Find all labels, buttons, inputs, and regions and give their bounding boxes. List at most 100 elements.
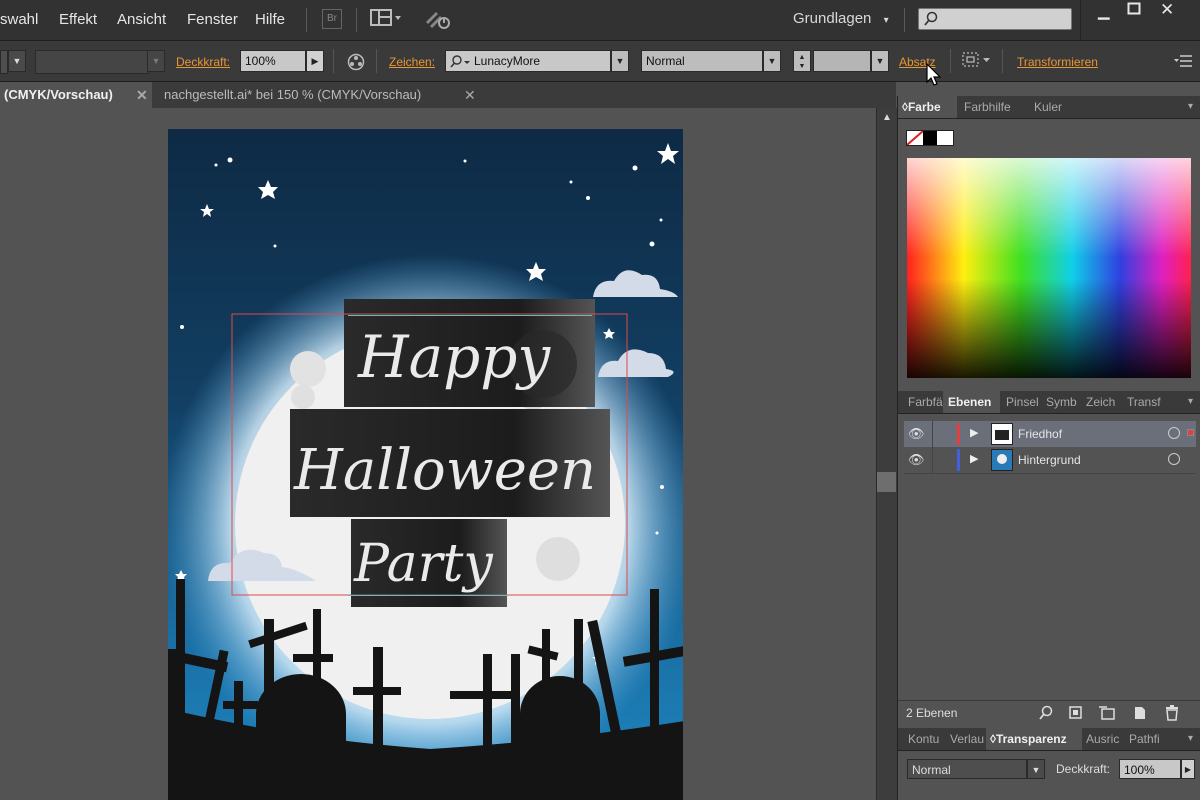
tab-kontur[interactable]: Kontu: [908, 728, 939, 750]
workspace-switcher[interactable]: Grundlagen ▾: [793, 10, 889, 27]
tab-pinsel[interactable]: Pinsel: [1006, 391, 1039, 413]
tab-farbhilfe[interactable]: Farbhilfe: [964, 96, 1011, 118]
scrollbar-thumb[interactable]: [877, 472, 896, 492]
color-spectrum[interactable]: [907, 158, 1191, 378]
artwork-text-happy: Happy: [357, 323, 551, 391]
close-icon[interactable]: ✕: [464, 82, 476, 108]
opacity-arrow[interactable]: ▶: [306, 50, 324, 72]
panel-menu-icon[interactable]: ▾: [1188, 96, 1193, 118]
font-family-value: LunacyMore: [474, 54, 541, 68]
tab-zeichenstile[interactable]: Zeich: [1086, 391, 1115, 413]
align-selection-icon[interactable]: [962, 51, 994, 72]
halloween-artwork: Happy Halloween Party: [168, 143, 683, 800]
tab-farbe[interactable]: ◊Farbe: [898, 96, 957, 118]
menu-ansicht[interactable]: Ansicht: [117, 11, 166, 28]
gpu-performance-icon[interactable]: [424, 8, 452, 30]
opacity-link[interactable]: Deckkraft:: [176, 55, 230, 69]
tab-verlauf[interactable]: Verlau: [950, 728, 984, 750]
layer-color-indicator: [957, 423, 960, 445]
menu-hilfe[interactable]: Hilfe: [255, 11, 285, 28]
font-size-stepper[interactable]: ▲ ▼: [793, 50, 811, 72]
opacity-field[interactable]: 100%: [240, 50, 306, 72]
locate-object-icon[interactable]: [1038, 705, 1054, 724]
control-bar: ▼ ▼ Deckkraft: 100% ▶ Zeichen: LunacyMor…: [0, 41, 1200, 86]
font-style-field[interactable]: Normal: [641, 50, 763, 72]
artwork-text-halloween: Halloween: [293, 438, 596, 503]
tab-ebenen[interactable]: Ebenen: [943, 391, 1000, 413]
minimize-icon[interactable]: ▁: [1098, 2, 1110, 20]
layer-name[interactable]: Friedhof: [1018, 427, 1062, 441]
opacity-field[interactable]: 100%: [1119, 759, 1181, 779]
bridge-icon[interactable]: Br: [322, 9, 342, 29]
blend-mode-dropdown[interactable]: ▼: [1027, 759, 1045, 779]
arrange-documents-icon[interactable]: [370, 8, 404, 30]
panel-menu-icon[interactable]: ▾: [1188, 728, 1193, 750]
tab-kuler[interactable]: Kuler: [1034, 96, 1062, 118]
opacity-label: Deckkraft:: [1056, 762, 1111, 776]
layer-count: 2 Ebenen: [906, 706, 958, 720]
font-family-field[interactable]: LunacyMore: [445, 50, 611, 72]
expand-triangle-icon[interactable]: ▶: [970, 452, 978, 465]
search-icon: [924, 11, 938, 26]
font-size-field[interactable]: [813, 50, 871, 72]
target-circle-icon[interactable]: [1168, 453, 1180, 465]
layer-row-friedhof[interactable]: 👁 ▶ Friedhof: [904, 421, 1196, 448]
create-sublayer-icon[interactable]: [1098, 705, 1116, 724]
search-input[interactable]: [918, 8, 1072, 30]
eye-icon[interactable]: 👁: [908, 452, 925, 468]
layer-color-indicator: [957, 449, 960, 471]
font-family-dropdown[interactable]: ▼: [611, 50, 629, 72]
mouse-cursor-icon: [926, 62, 942, 90]
white-swatch: [937, 131, 953, 145]
menu-effekt[interactable]: Effekt: [59, 11, 97, 28]
menu-fenster[interactable]: Fenster: [187, 11, 238, 28]
tab-symbole[interactable]: Symb: [1046, 391, 1077, 413]
blend-mode-field[interactable]: Normal: [907, 759, 1027, 779]
make-clipping-mask-icon[interactable]: [1068, 705, 1084, 724]
tab-pathfinder[interactable]: Pathfi: [1129, 728, 1160, 750]
tab-farbfelder[interactable]: Farbfä: [908, 391, 943, 413]
menu-auswahl[interactable]: swahl: [0, 11, 38, 28]
color-swatches: [906, 130, 954, 146]
font-size-dropdown[interactable]: ▼: [871, 50, 889, 72]
canvas-area[interactable]: Happy Halloween Party: [0, 108, 876, 800]
layer-row-hintergrund[interactable]: 👁 ▶ Hintergrund: [904, 447, 1196, 474]
stroke-weight-field[interactable]: [35, 50, 149, 74]
artboard[interactable]: Happy Halloween Party: [168, 129, 683, 800]
selection-indicator[interactable]: [1187, 429, 1194, 436]
menu-separator: [306, 8, 307, 32]
create-new-layer-icon[interactable]: [1132, 705, 1148, 724]
stroke-weight-dropdown[interactable]: ▼: [147, 50, 165, 72]
tab-label: Farbe: [907, 100, 941, 114]
transform-link[interactable]: Transformieren: [1017, 55, 1098, 69]
artwork-text-party: Party: [353, 534, 493, 594]
close-window-icon[interactable]: ✕: [1160, 0, 1174, 20]
tab-transparenz[interactable]: ◊Transparenz: [986, 728, 1082, 750]
tab-current-document[interactable]: (CMYK/Vorschau) ✕: [0, 82, 152, 108]
font-style-dropdown[interactable]: ▼: [763, 50, 781, 72]
scroll-up-arrow-icon[interactable]: ▲: [882, 112, 892, 123]
tab-label: (CMYK/Vorschau): [4, 87, 113, 102]
black-swatch: [923, 131, 937, 145]
tab-nachgestellt[interactable]: nachgestellt.ai* bei 150 % (CMYK/Vorscha…: [152, 82, 494, 108]
fill-swatch[interactable]: [0, 50, 8, 74]
opacity-arrow[interactable]: ▶: [1181, 759, 1195, 779]
layer-name[interactable]: Hintergrund: [1018, 453, 1081, 467]
close-icon[interactable]: ✕: [136, 82, 148, 108]
panel-menu-icon[interactable]: ▾: [1188, 391, 1193, 413]
character-link[interactable]: Zeichen:: [389, 55, 435, 69]
recolor-artwork-icon[interactable]: [346, 53, 366, 74]
target-circle-icon[interactable]: [1168, 427, 1180, 439]
control-panel-menu-icon[interactable]: [1174, 53, 1194, 72]
fill-dropdown[interactable]: ▼: [8, 50, 26, 72]
tab-transformieren[interactable]: Transf: [1127, 391, 1161, 413]
canvas-vertical-scrollbar[interactable]: ▲: [876, 108, 897, 800]
chevron-down-icon: ▾: [883, 15, 889, 26]
trash-icon[interactable]: [1164, 704, 1180, 724]
menu-separator: [1080, 0, 1081, 40]
tab-ausrichten[interactable]: Ausric: [1086, 728, 1119, 750]
maximize-icon[interactable]: [1127, 2, 1141, 20]
expand-triangle-icon[interactable]: ▶: [970, 426, 978, 439]
eye-icon[interactable]: 👁: [908, 426, 925, 442]
control-separator: [1002, 49, 1003, 73]
